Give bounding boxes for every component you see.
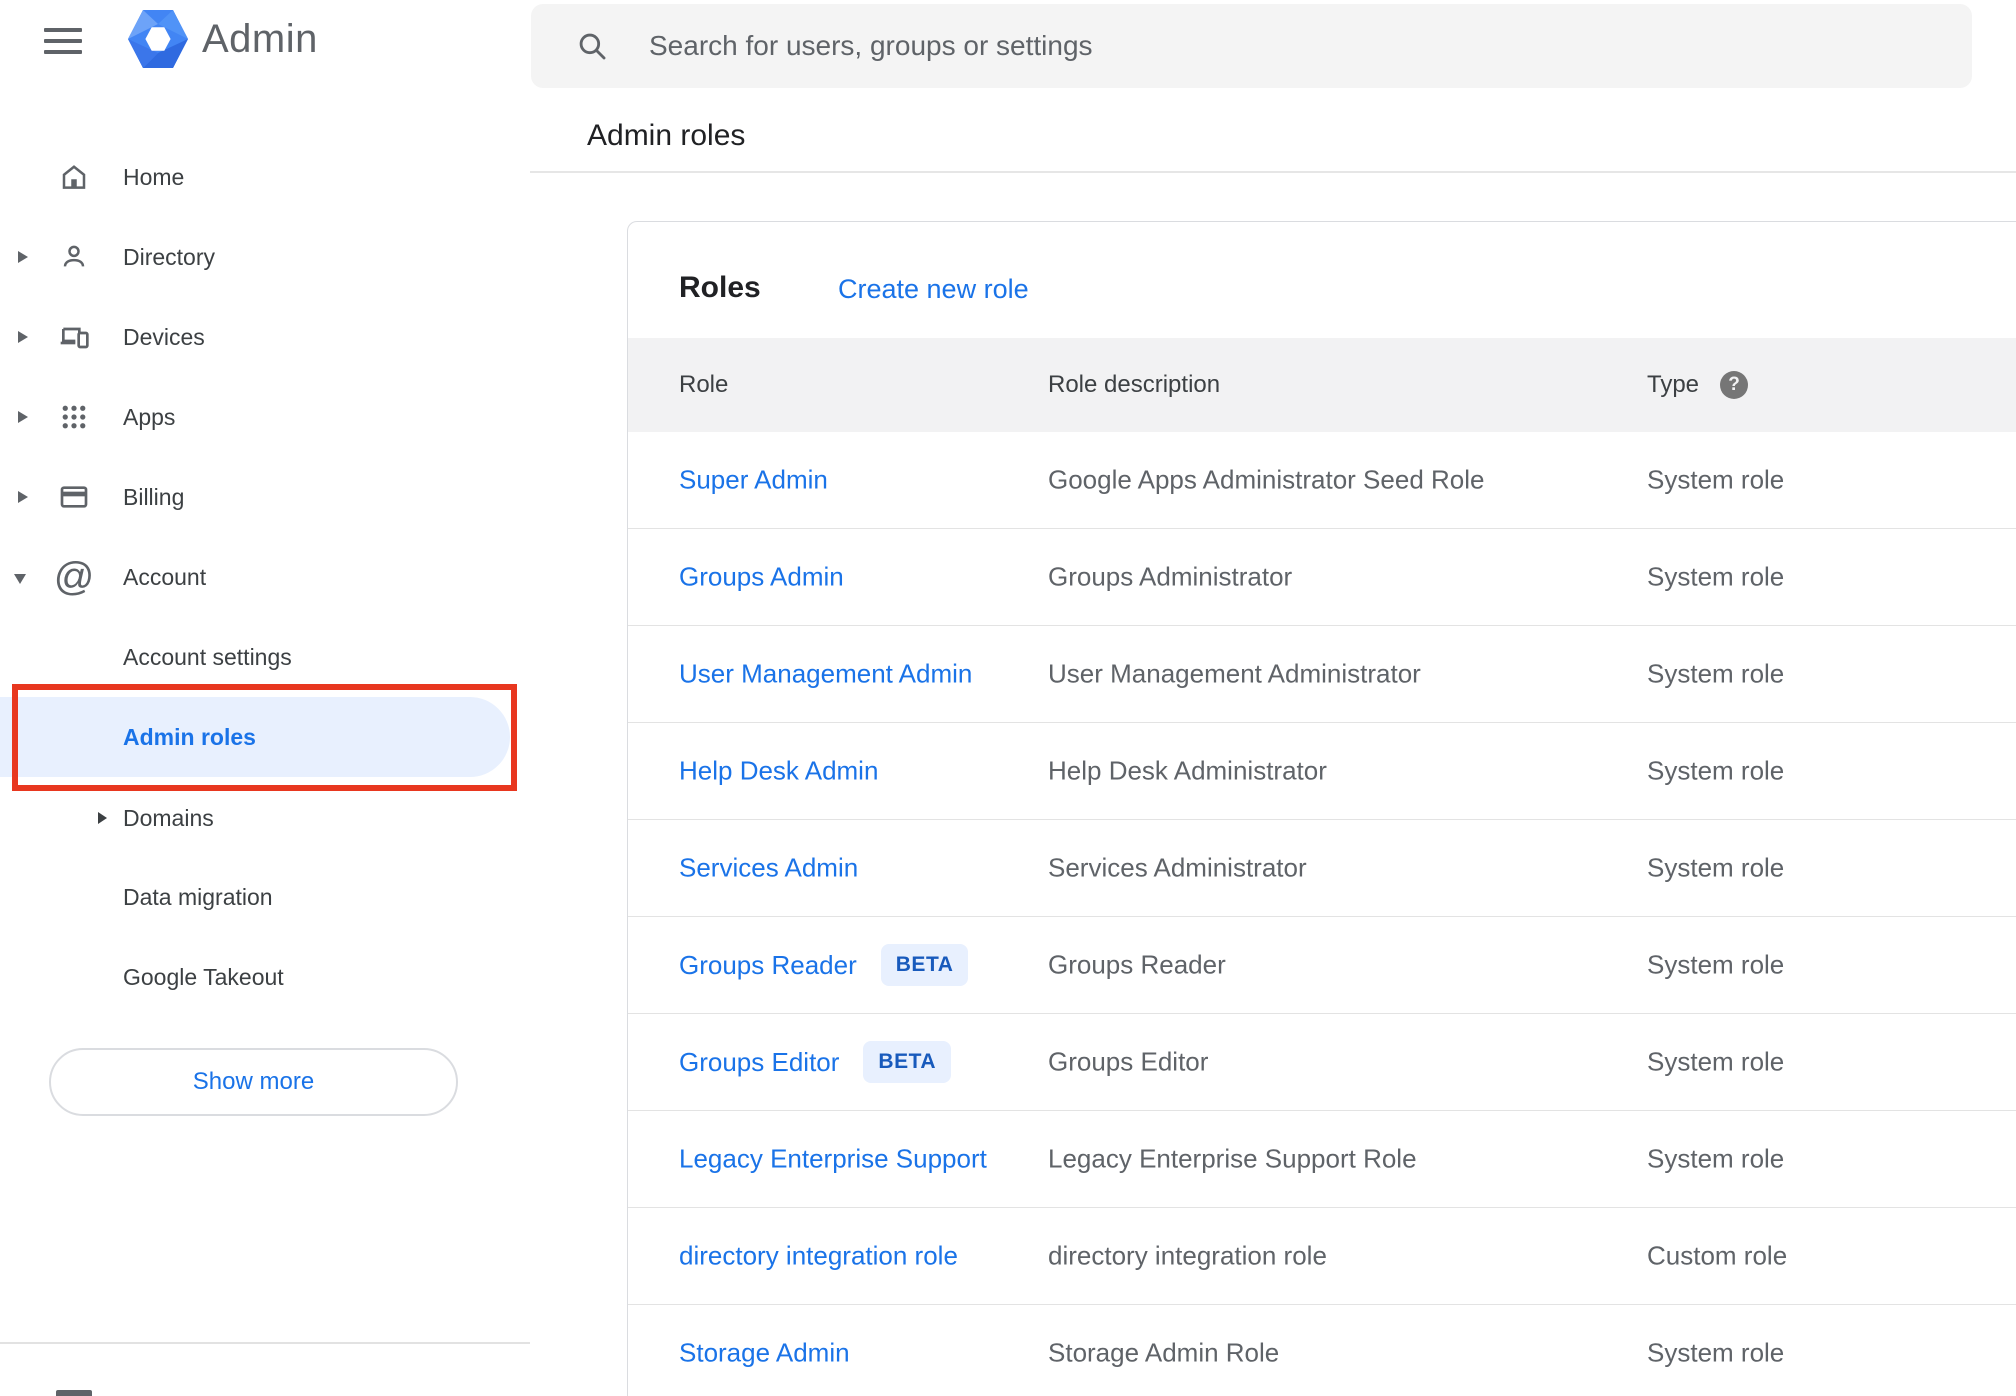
role-type: System role xyxy=(1647,852,1785,883)
global-search-bar[interactable] xyxy=(531,4,1972,88)
role-type: System role xyxy=(1647,561,1785,592)
sidebar-item-label: Account settings xyxy=(123,643,292,670)
sidebar-item-label: Directory xyxy=(123,243,216,270)
app-title: Admin xyxy=(202,17,318,61)
table-row: Help Desk Admin Help Desk Administrator … xyxy=(628,723,2016,820)
sidebar-item-home[interactable]: Home xyxy=(0,137,514,217)
sidebar-item-admin-roles[interactable]: Admin roles xyxy=(0,697,514,777)
sidebar-item-directory[interactable]: Directory xyxy=(0,217,514,297)
person-icon xyxy=(56,239,92,275)
role-link[interactable]: Storage Admin xyxy=(679,1338,850,1369)
create-new-role-link[interactable]: Create new role xyxy=(838,274,1029,305)
role-type: System role xyxy=(1647,1143,1785,1174)
role-link[interactable]: User Management Admin xyxy=(679,659,972,690)
sidebar-item-devices[interactable]: Devices xyxy=(0,297,514,377)
role-type: System role xyxy=(1647,1337,1785,1368)
role-type: System role xyxy=(1647,464,1785,495)
role-description: Groups Editor xyxy=(1048,1046,1209,1077)
credit-card-icon xyxy=(56,479,92,515)
role-description: Legacy Enterprise Support Role xyxy=(1048,1143,1417,1174)
sidebar-item-google-takeout[interactable]: Google Takeout xyxy=(0,937,514,1017)
role-description: Help Desk Administrator xyxy=(1048,755,1327,786)
table-row: Super Admin Google Apps Administrator Se… xyxy=(628,432,2016,529)
sidebar-item-domains[interactable]: Domains xyxy=(0,778,514,858)
devices-icon xyxy=(56,319,92,355)
role-type: System role xyxy=(1647,658,1785,689)
table-row: Groups Editor BETA Groups Editor System … xyxy=(628,1014,2016,1111)
role-description: Google Apps Administrator Seed Role xyxy=(1048,464,1485,495)
sidebar-bottom-divider xyxy=(0,1342,530,1344)
chevron-right-icon[interactable] xyxy=(98,812,107,824)
column-header-role-description: Role description xyxy=(1048,371,1221,398)
table-row: directory integration role directory int… xyxy=(628,1208,2016,1305)
role-link[interactable]: Groups Admin xyxy=(679,562,844,593)
role-link[interactable]: Groups Reader xyxy=(679,950,857,981)
table-header-row: Role Role description Type ? xyxy=(628,338,2016,432)
table-row: Legacy Enterprise Support Legacy Enterpr… xyxy=(628,1111,2016,1208)
chevron-right-icon[interactable] xyxy=(18,251,28,263)
hamburger-menu-icon[interactable] xyxy=(44,28,82,54)
role-link[interactable]: Services Admin xyxy=(679,853,858,884)
role-link[interactable]: Legacy Enterprise Support xyxy=(679,1144,987,1175)
role-link[interactable]: Help Desk Admin xyxy=(679,756,878,787)
sidebar-item-label: Google Takeout xyxy=(123,963,284,990)
breadcrumb: Admin roles xyxy=(587,119,746,152)
chevron-right-icon[interactable] xyxy=(18,331,28,343)
role-link[interactable]: Groups Editor xyxy=(679,1047,839,1078)
sidebar-item-account[interactable]: @ Account xyxy=(0,537,514,617)
chevron-down-icon[interactable] xyxy=(14,574,26,584)
role-description: directory integration role xyxy=(1048,1240,1327,1271)
column-header-type: Type xyxy=(1647,371,1700,398)
role-type: System role xyxy=(1647,1046,1785,1077)
sidebar-item-label: Home xyxy=(123,163,185,190)
role-description: Storage Admin Role xyxy=(1048,1337,1280,1368)
sidebar-item-label: Devices xyxy=(123,323,205,350)
role-type: System role xyxy=(1647,949,1785,980)
home-icon xyxy=(56,159,92,195)
sidebar: Admin Home Directory Devices Apps Billin… xyxy=(0,0,530,1396)
clipped-bottom-icon xyxy=(56,1390,92,1396)
header-divider xyxy=(530,171,2016,173)
admin-console-page: Admin Home Directory Devices Apps Billin… xyxy=(0,0,2016,1396)
card-title: Roles xyxy=(679,271,761,304)
sidebar-item-apps[interactable]: Apps xyxy=(0,377,514,457)
sidebar-item-label: Admin roles xyxy=(123,723,256,750)
table-row: Services Admin Services Administrator Sy… xyxy=(628,820,2016,917)
role-description: Services Administrator xyxy=(1048,852,1307,883)
table-row: User Management Admin User Management Ad… xyxy=(628,626,2016,723)
sidebar-item-account-settings[interactable]: Account settings xyxy=(0,617,514,697)
sidebar-item-label: Domains xyxy=(123,804,214,831)
sidebar-item-data-migration[interactable]: Data migration xyxy=(0,857,514,937)
apps-grid-icon xyxy=(56,399,92,435)
search-input[interactable] xyxy=(649,30,1972,62)
roles-table-body: Super Admin Google Apps Administrator Se… xyxy=(628,432,2016,1396)
column-header-role: Role xyxy=(679,371,729,398)
role-type: Custom role xyxy=(1647,1240,1788,1271)
beta-badge: BETA xyxy=(880,944,969,986)
role-description: Groups Administrator xyxy=(1048,561,1293,592)
sidebar-item-label: Data migration xyxy=(123,883,273,910)
table-row: Groups Admin Groups Administrator System… xyxy=(628,529,2016,626)
roles-card: Roles Create new role Role Role descript… xyxy=(627,221,2016,1396)
chevron-right-icon[interactable] xyxy=(18,411,28,423)
table-row: Groups Reader BETA Groups Reader System … xyxy=(628,917,2016,1014)
sidebar-item-label: Account xyxy=(123,563,207,590)
search-icon xyxy=(579,33,606,60)
help-icon[interactable]: ? xyxy=(1720,371,1748,399)
chevron-right-icon[interactable] xyxy=(18,491,28,503)
sidebar-item-label: Billing xyxy=(123,483,185,510)
role-description: Groups Reader xyxy=(1048,949,1226,980)
sidebar-item-billing[interactable]: Billing xyxy=(0,457,514,537)
at-sign-icon: @ xyxy=(53,555,95,599)
show-more-button[interactable]: Show more xyxy=(49,1048,458,1116)
table-row: Storage Admin Storage Admin Role System … xyxy=(628,1305,2016,1396)
beta-badge: BETA xyxy=(863,1041,952,1083)
role-link[interactable]: Super Admin xyxy=(679,465,828,496)
role-link[interactable]: directory integration role xyxy=(679,1241,958,1272)
role-description: User Management Administrator xyxy=(1048,658,1421,689)
sidebar-item-label: Apps xyxy=(123,403,176,430)
admin-logo-icon xyxy=(128,10,188,68)
role-type: System role xyxy=(1647,755,1785,786)
